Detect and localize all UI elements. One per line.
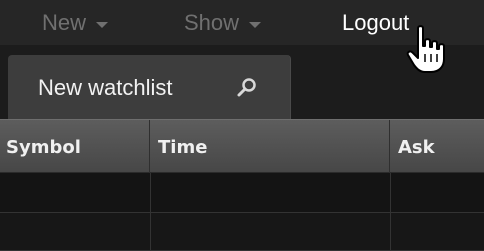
tab-new-watchlist[interactable]: New watchlist <box>8 55 291 119</box>
column-header-symbol[interactable]: Symbol <box>0 120 150 174</box>
chevron-down-icon <box>249 22 262 28</box>
search-icon[interactable] <box>236 77 258 99</box>
table-cell <box>0 173 151 212</box>
new-menu-label: New <box>42 10 87 35</box>
hand-pointer-icon <box>406 25 445 73</box>
logout-button[interactable]: Logout <box>342 6 409 40</box>
column-header-ask[interactable]: Ask <box>390 120 484 174</box>
chevron-down-icon <box>96 22 109 28</box>
watchlist-table: Symbol Time Ask <box>0 119 484 251</box>
table-cell <box>391 173 484 212</box>
column-header-symbol-label: Symbol <box>6 136 81 158</box>
show-menu-label: Show <box>184 10 240 35</box>
logout-label: Logout <box>342 10 410 35</box>
table-header: Symbol Time Ask <box>0 119 484 174</box>
table-cell <box>0 213 151 250</box>
column-header-time-label: Time <box>158 136 208 158</box>
table-cell <box>151 213 391 250</box>
column-header-time[interactable]: Time <box>150 120 390 174</box>
table-row[interactable] <box>0 213 484 251</box>
tab-label: New watchlist <box>38 75 173 100</box>
table-cell <box>151 173 391 212</box>
show-menu[interactable]: Show <box>184 6 262 40</box>
column-header-ask-label: Ask <box>398 136 435 158</box>
table-cell <box>391 213 484 250</box>
table-row[interactable] <box>0 173 484 213</box>
new-menu[interactable]: New <box>42 6 109 40</box>
